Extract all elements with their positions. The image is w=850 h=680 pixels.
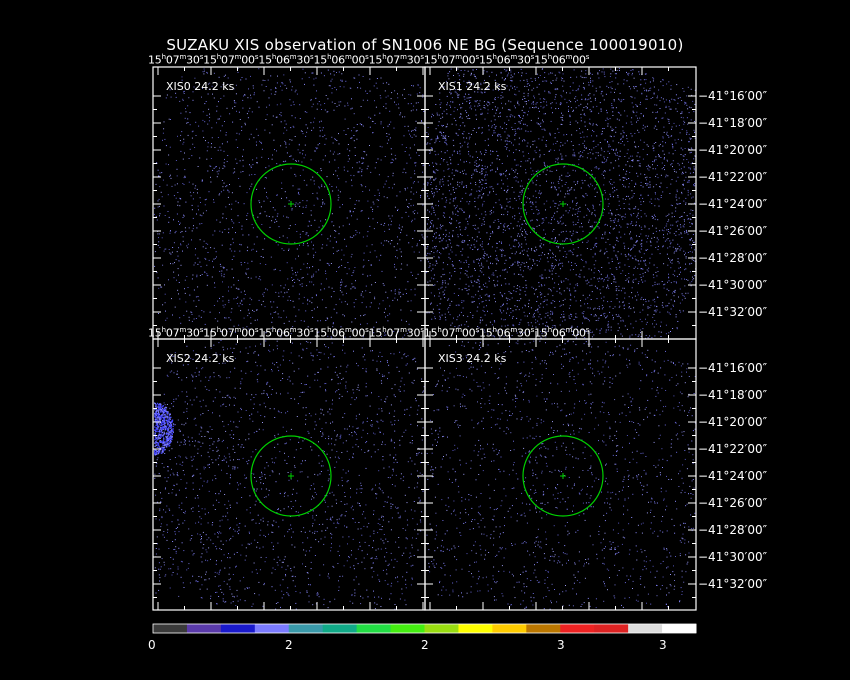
panel-label-xis2: XIS2 24.2 ks <box>166 352 235 365</box>
dec-label: −41°28′00″ <box>698 251 768 265</box>
dec-label: −41°18′00″ <box>698 388 768 402</box>
colorbar-swatch <box>288 624 324 633</box>
colorbar-swatch <box>322 624 358 633</box>
ra-label: 15h06m30s <box>258 326 314 340</box>
colorbar-swatch <box>458 624 493 633</box>
colorbar-swatch <box>662 624 697 633</box>
ra-label: 15h06m30s <box>478 53 535 67</box>
events-xis0 <box>154 68 425 339</box>
colorbar-swatch <box>254 624 290 633</box>
ra-axis-top: 15h07m30s15h07m00s15h06m30s15h06m00s15h0… <box>148 53 589 67</box>
colorbar-swatch <box>424 624 459 633</box>
dec-label: −41°32′00″ <box>698 577 768 591</box>
region-xis3 <box>522 435 604 517</box>
events-xis3 <box>426 340 696 610</box>
region-xis0 <box>250 163 332 245</box>
calibration-source-xis2 <box>154 402 175 456</box>
ra-label: 15h06m00s <box>313 326 369 340</box>
ra-label: 15h06m30s <box>478 326 535 340</box>
dec-label: −41°24′00″ <box>698 469 768 483</box>
colorbar-swatch <box>186 624 222 633</box>
colorbar-swatch <box>560 624 595 633</box>
colorbar-tick-1: 0 <box>148 638 156 652</box>
frame-xis0 <box>152 66 426 340</box>
colorbar-swatch <box>526 624 561 633</box>
ra-label: 15h07m30s <box>148 53 204 67</box>
dec-label: −41°26′00″ <box>698 224 768 238</box>
ra-label: 15h07m00s <box>423 326 479 340</box>
colorbar-swatch <box>220 624 256 633</box>
dec-label: −41°22′00″ <box>698 442 768 456</box>
ra-label: 15h07m30s <box>148 326 204 340</box>
dec-label: −41°16′00″ <box>698 89 768 103</box>
colorbar-tick-2: 2 <box>285 638 293 652</box>
ra-label: 15h06m00s <box>534 53 590 67</box>
colorbar-swatch <box>492 624 527 633</box>
dec-label: −41°28′00″ <box>698 523 768 537</box>
events-xis2 <box>154 340 425 610</box>
colorbar-tick-4: 3 <box>557 638 565 652</box>
colorbar-tick-5: 3 <box>659 638 667 652</box>
dec-label: −41°16′00″ <box>698 361 768 375</box>
ra-label: 15h07m30s <box>368 53 424 67</box>
dec-label: −41°20′00″ <box>698 143 768 157</box>
colorbar-swatch <box>628 624 663 633</box>
panel-label-xis0: XIS0 24.2 ks <box>166 80 235 93</box>
dec-label: −41°22′00″ <box>698 170 768 184</box>
frame-xis2 <box>152 338 426 611</box>
ra-label: 15h07m00s <box>203 53 259 67</box>
ra-label: 15h07m30s <box>368 326 424 340</box>
ra-label: 15h06m00s <box>534 326 590 340</box>
colorbar-swatch <box>594 624 629 633</box>
region-xis2 <box>250 435 332 517</box>
ra-axis-middle: 15h07m30s15h07m00s15h06m30s15h06m00s15h0… <box>148 326 589 340</box>
dec-label: −41°18′00″ <box>698 116 768 130</box>
colorbar-tick-3: 2 <box>421 638 429 652</box>
dec-label: −41°20′00″ <box>698 415 768 429</box>
colorbar-swatch <box>153 624 188 633</box>
frame-xis3 <box>424 338 697 611</box>
region-layer <box>250 163 604 517</box>
panel-label-xis3: XIS3 24.2 ks <box>438 352 507 365</box>
ra-label: 15h06m30s <box>258 53 314 67</box>
dec-label: −41°24′00″ <box>698 197 768 211</box>
dec-label: −41°30′00″ <box>698 278 768 292</box>
colorbar <box>152 623 697 634</box>
dec-label: −41°30′00″ <box>698 550 768 564</box>
ra-label: 15h06m00s <box>313 53 369 67</box>
ra-label: 15h07m00s <box>423 53 479 67</box>
dec-label: −41°32′00″ <box>698 305 768 319</box>
panel-label-xis1: XIS1 24.2 ks <box>438 80 507 93</box>
dec-label: −41°26′00″ <box>698 496 768 510</box>
ra-label: 15h07m00s <box>203 326 259 340</box>
colorbar-swatch <box>390 624 425 633</box>
frame-xis1 <box>424 66 697 340</box>
colorbar-swatch <box>356 624 392 633</box>
